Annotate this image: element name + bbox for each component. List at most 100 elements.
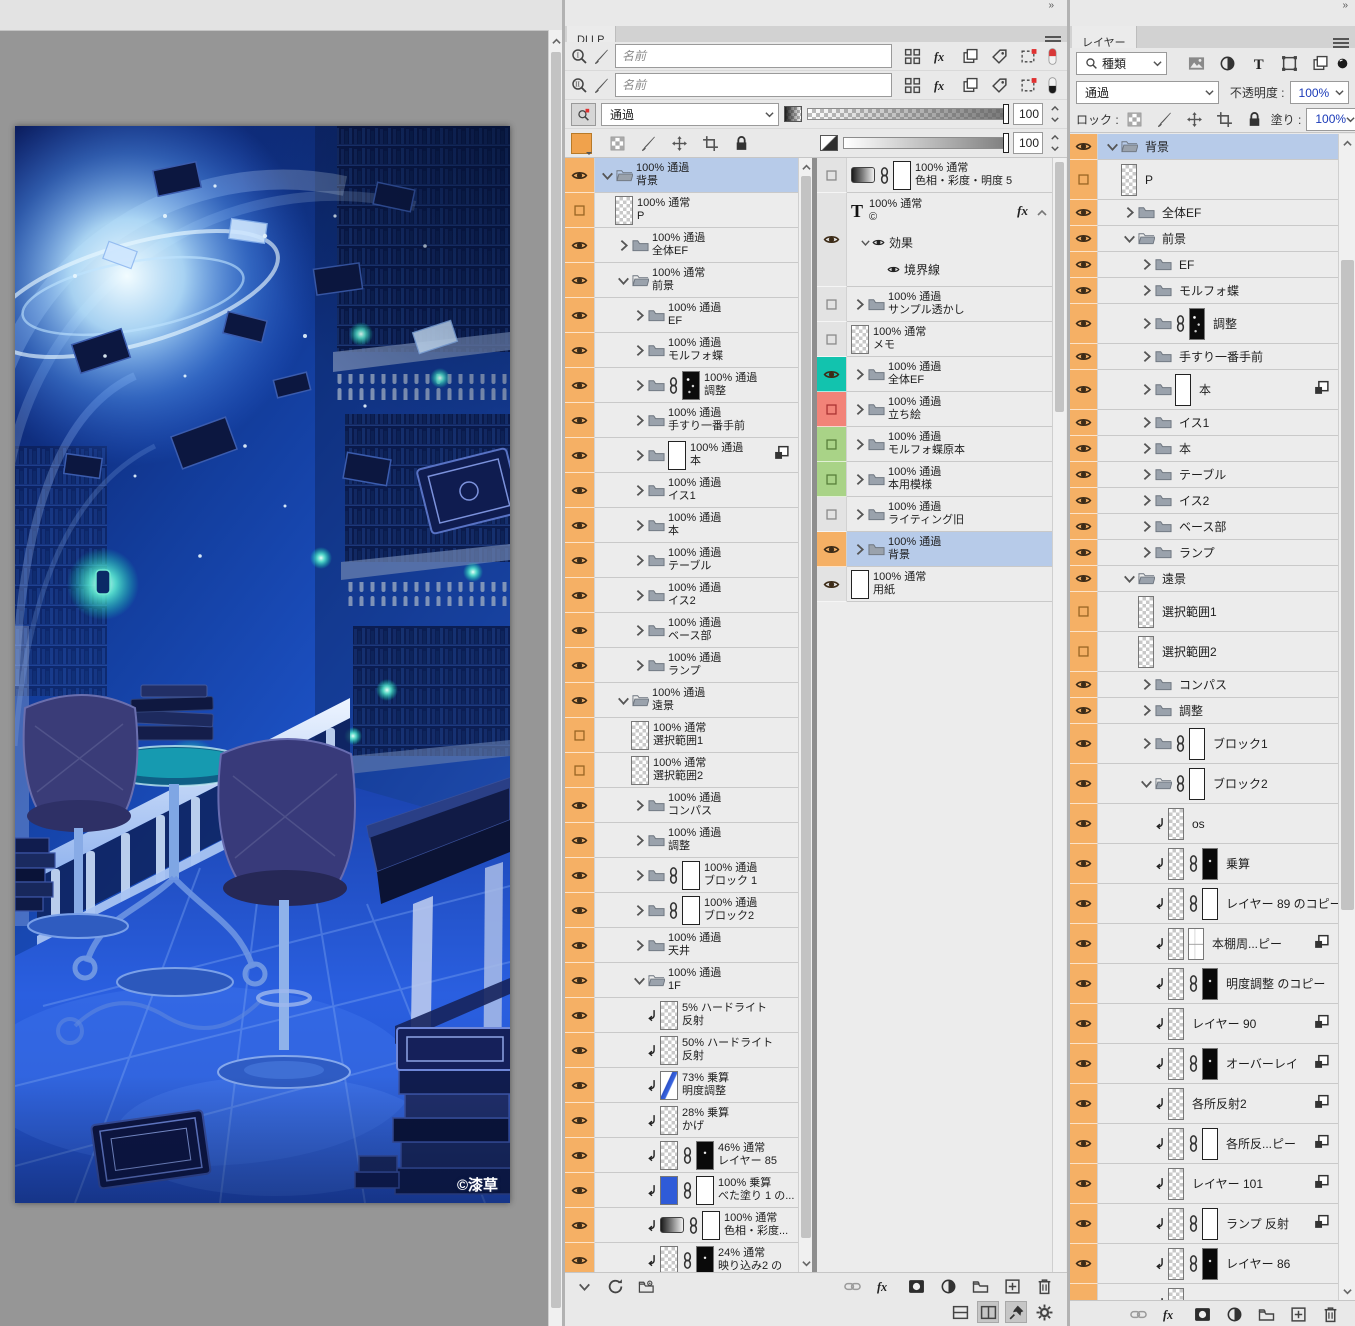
expand-icon[interactable] bbox=[1138, 466, 1155, 483]
layer-thumbnail[interactable] bbox=[696, 1246, 714, 1273]
effect-visibility-icon[interactable] bbox=[887, 263, 900, 276]
visibility-toggle[interactable] bbox=[565, 543, 595, 578]
layer-mask-button[interactable] bbox=[905, 1275, 927, 1297]
layer-row[interactable]: ブロック1 bbox=[1070, 724, 1338, 764]
expand-icon[interactable] bbox=[851, 541, 868, 558]
expand-icon[interactable] bbox=[1138, 735, 1155, 752]
visibility-toggle[interactable] bbox=[565, 648, 595, 683]
adjustment-icon[interactable] bbox=[1226, 1306, 1243, 1323]
layer-row[interactable]: 調整 bbox=[1070, 304, 1338, 344]
settings-button[interactable] bbox=[1033, 1301, 1055, 1323]
layer-row[interactable]: 28% 乗算かげ bbox=[565, 1103, 798, 1138]
layer-thumbnail[interactable] bbox=[1168, 1048, 1184, 1080]
layer-row[interactable]: 100% 通常選択範囲1 bbox=[565, 718, 798, 753]
layer-row[interactable]: 100% 通過EF bbox=[565, 298, 798, 333]
layer-row[interactable]: 73% 乗算明度調整 bbox=[565, 1068, 798, 1103]
opacity-slider[interactable] bbox=[807, 108, 1008, 120]
visibility-toggle[interactable] bbox=[817, 567, 847, 602]
layer-row[interactable]: 100% 通過背景 bbox=[817, 532, 1052, 567]
layer-row[interactable]: 背景 bbox=[1070, 134, 1338, 160]
expand-icon[interactable] bbox=[615, 237, 632, 254]
visibility-toggle[interactable] bbox=[565, 998, 595, 1033]
visibility-toggle[interactable] bbox=[1070, 540, 1098, 566]
layer-thumbnail[interactable] bbox=[1202, 1048, 1218, 1080]
layer-row[interactable]: 調整 bbox=[1070, 698, 1338, 724]
expand-icon[interactable] bbox=[631, 937, 648, 954]
collapse-icon[interactable] bbox=[1138, 775, 1155, 792]
expand-icon[interactable] bbox=[851, 471, 868, 488]
layer-row[interactable]: 100% 通過モルフォ蝶原本 bbox=[817, 427, 1052, 462]
layer-thumbnail[interactable] bbox=[1202, 1248, 1218, 1280]
layer-thumbnail[interactable] bbox=[1168, 1128, 1184, 1160]
visibility-toggle[interactable] bbox=[1070, 1084, 1098, 1124]
visibility-toggle[interactable] bbox=[1070, 370, 1098, 410]
layer-thumbnail[interactable] bbox=[668, 441, 686, 470]
new-folder-button[interactable] bbox=[1255, 1303, 1277, 1325]
layer-thumbnail[interactable] bbox=[660, 1176, 678, 1205]
marquee-icon[interactable] bbox=[1020, 48, 1037, 65]
expand-icon[interactable] bbox=[1138, 315, 1155, 332]
visibility-toggle[interactable] bbox=[817, 287, 847, 322]
visibility-toggle[interactable] bbox=[1070, 134, 1098, 160]
collapse-icon[interactable] bbox=[599, 167, 616, 184]
expand-icon[interactable] bbox=[1138, 518, 1155, 535]
mag1-icon[interactable]: I bbox=[571, 48, 588, 65]
layer-row[interactable]: 100% 通過モルフォ蝶 bbox=[565, 333, 798, 368]
layer-thumbnail[interactable] bbox=[682, 861, 700, 890]
expand-icon[interactable] bbox=[631, 587, 648, 604]
layer-row[interactable]: 手すり一番手前 bbox=[1070, 344, 1338, 370]
expand-icon[interactable] bbox=[631, 797, 648, 814]
layer-thumbnail[interactable] bbox=[1168, 1088, 1184, 1120]
visibility-toggle[interactable] bbox=[565, 368, 595, 403]
layer-row[interactable]: 遠景 bbox=[1070, 566, 1338, 592]
visibility-toggle[interactable] bbox=[565, 823, 595, 858]
tag-icon[interactable] bbox=[991, 48, 1008, 65]
layer-thumbnail[interactable] bbox=[851, 325, 869, 354]
layer-row[interactable]: 100% 通常前景 bbox=[565, 263, 798, 298]
effect-row[interactable]: 境界線 bbox=[847, 256, 1052, 283]
paint-color-swatch[interactable] bbox=[571, 133, 592, 154]
visibility-toggle[interactable] bbox=[565, 1208, 595, 1243]
layer-thumbnail[interactable] bbox=[696, 1176, 714, 1205]
layer-row[interactable]: 明度調整 のコピー bbox=[1070, 964, 1338, 1004]
collapse-down-icon[interactable] bbox=[576, 1278, 593, 1295]
layer-row[interactable]: レイヤー 86 bbox=[1070, 1244, 1338, 1284]
visibility-toggle[interactable] bbox=[1070, 1284, 1098, 1300]
visibility-toggle[interactable] bbox=[565, 753, 595, 788]
frame-button[interactable] bbox=[1278, 52, 1300, 74]
expand-icon[interactable] bbox=[1138, 282, 1155, 299]
layer-mask-button[interactable] bbox=[1191, 1303, 1213, 1325]
layer-row[interactable]: モルフォ蝶 bbox=[1070, 278, 1338, 304]
visibility-toggle[interactable] bbox=[1070, 1124, 1098, 1164]
split-horizontal-icon[interactable] bbox=[952, 1304, 969, 1321]
layer-thumbnail[interactable] bbox=[682, 371, 700, 400]
layer-thumbnail[interactable] bbox=[1168, 808, 1184, 840]
layer-row[interactable]: 100% 通過立ち絵 bbox=[817, 392, 1052, 427]
layer-row[interactable]: 100% 通過背景 bbox=[565, 158, 798, 193]
layer-thumbnail[interactable] bbox=[1168, 848, 1184, 880]
visibility-toggle[interactable] bbox=[565, 963, 595, 998]
visibility-toggle[interactable] bbox=[1070, 844, 1098, 884]
adjustment-icon[interactable] bbox=[1219, 55, 1236, 72]
tag-button[interactable] bbox=[988, 45, 1010, 67]
trash-icon[interactable] bbox=[1322, 1306, 1339, 1323]
layer-row[interactable]: ランプ 反射 bbox=[1070, 1204, 1338, 1244]
visibility-toggle[interactable] bbox=[1070, 1204, 1098, 1244]
expand-icon[interactable] bbox=[851, 436, 868, 453]
scrollbar-thumb[interactable] bbox=[1341, 260, 1354, 910]
thumbnail-grid-icon[interactable] bbox=[904, 48, 921, 65]
folder-settings-icon[interactable] bbox=[638, 1278, 655, 1295]
effect-visibility-icon[interactable] bbox=[872, 236, 885, 249]
expand-icon[interactable] bbox=[631, 482, 648, 499]
layer-thumbnail[interactable] bbox=[1188, 928, 1204, 960]
visibility-toggle[interactable] bbox=[1070, 804, 1098, 844]
visibility-toggle[interactable] bbox=[1070, 1044, 1098, 1084]
expand-icon[interactable] bbox=[851, 401, 868, 418]
layer-row[interactable]: 100% 通過ベース部 bbox=[565, 613, 798, 648]
link-icon[interactable] bbox=[1130, 1306, 1147, 1323]
layer-thumbnail[interactable] bbox=[660, 1141, 678, 1170]
layer-search-input-1[interactable] bbox=[615, 44, 892, 68]
brush-button[interactable] bbox=[637, 132, 659, 154]
visibility-toggle[interactable] bbox=[565, 298, 595, 333]
expand-icon[interactable] bbox=[851, 366, 868, 383]
